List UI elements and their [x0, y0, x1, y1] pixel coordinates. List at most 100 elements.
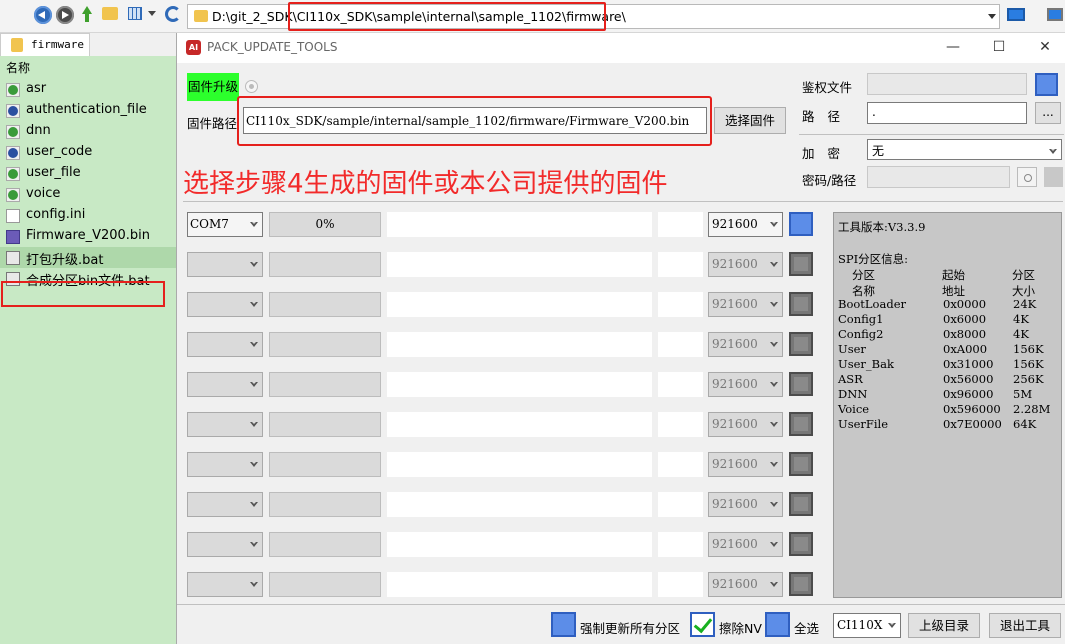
force-update-checkbox[interactable] — [551, 612, 576, 637]
chevron-down-icon — [770, 262, 778, 267]
baud-rate-select[interactable]: 921600 — [708, 492, 783, 517]
port-enable-checkbox[interactable] — [789, 452, 813, 476]
file-row[interactable]: dnn — [0, 121, 176, 142]
com-port-select[interactable] — [187, 572, 263, 597]
route-input[interactable]: . — [867, 102, 1027, 124]
baud-rate-select[interactable]: 921600 — [708, 292, 783, 317]
port-row: 921600 — [187, 532, 815, 558]
upgrade-radio[interactable] — [245, 80, 258, 93]
baud-rate-select[interactable]: 921600 — [708, 532, 783, 557]
progress-field — [269, 252, 381, 277]
file-row[interactable]: user_file — [0, 163, 176, 184]
chevron-down-icon — [250, 422, 258, 427]
com-port-select[interactable]: COM7 — [187, 212, 263, 237]
port-enable-checkbox[interactable] — [789, 292, 813, 316]
file-name: authentication_file — [26, 102, 147, 117]
chip-select[interactable]: CI110X — [833, 613, 901, 638]
com-port-select[interactable] — [187, 252, 263, 277]
column-header-name[interactable]: 名称 — [6, 59, 30, 76]
instruction-text: 选择步骤4生成的固件或本公司提供的固件 — [183, 169, 668, 199]
monitor-icon[interactable] — [1007, 8, 1025, 21]
up-folder-icon[interactable] — [80, 6, 94, 24]
com-port-select[interactable] — [187, 532, 263, 557]
com-port-select[interactable] — [187, 452, 263, 477]
chevron-down-icon — [770, 582, 778, 587]
bat-file-icon — [6, 251, 20, 265]
path-highlight-box — [237, 96, 712, 146]
baud-rate-select[interactable]: 921600 — [708, 572, 783, 597]
file-row[interactable]: authentication_file — [0, 100, 176, 121]
file-row[interactable]: voice — [0, 184, 176, 205]
parent-dir-button[interactable]: 上级目录 — [908, 613, 980, 638]
port-enable-checkbox[interactable] — [789, 412, 813, 436]
file-row[interactable]: Firmware_V200.bin — [0, 226, 176, 247]
partition-size: 24K — [1013, 297, 1037, 311]
back-icon[interactable] — [34, 6, 52, 24]
file-row[interactable]: asr — [0, 79, 176, 100]
chevron-down-icon[interactable] — [988, 14, 996, 19]
baud-rate-select[interactable]: 921600 — [708, 212, 783, 237]
address-bar[interactable]: D:\git_2_SDK\CI110x_SDK\sample\internal\… — [187, 2, 1000, 31]
file-row[interactable]: config.ini — [0, 205, 176, 226]
folder-icon[interactable] — [102, 7, 118, 20]
file-row[interactable]: 打包升级.bat — [0, 247, 176, 268]
baud-rate-value: 921600 — [712, 257, 758, 271]
erase-nv-label: 擦除NV — [719, 621, 762, 636]
com-port-select[interactable] — [187, 412, 263, 437]
baud-rate-select[interactable]: 921600 — [708, 452, 783, 477]
encrypt-select[interactable]: 无 — [867, 139, 1062, 160]
select-firmware-button[interactable]: 选择固件 — [714, 107, 786, 134]
file-name: dnn — [26, 123, 51, 138]
view-grid-icon[interactable] — [128, 7, 142, 20]
refresh-icon[interactable] — [165, 6, 181, 22]
port-enable-checkbox[interactable] — [789, 212, 813, 236]
forward-icon[interactable] — [56, 6, 74, 24]
chevron-down-icon[interactable] — [148, 11, 156, 16]
browse-button[interactable]: ... — [1035, 102, 1061, 124]
partition-size: 156K — [1013, 342, 1044, 356]
baud-rate-value: 921600 — [712, 377, 758, 391]
partition-size: 256K — [1013, 372, 1044, 386]
baud-rate-select[interactable]: 921600 — [708, 412, 783, 437]
exit-tool-button[interactable]: 退出工具 — [989, 613, 1061, 638]
port-enable-checkbox[interactable] — [789, 372, 813, 396]
minimize-button[interactable]: — — [930, 33, 976, 63]
select-all-checkbox[interactable] — [765, 612, 790, 637]
baud-rate-value: 921600 — [712, 337, 758, 351]
password-radio[interactable] — [1017, 167, 1037, 187]
partition-size: 4K — [1013, 312, 1029, 326]
port-enable-checkbox[interactable] — [789, 252, 813, 276]
file-name: asr — [26, 81, 47, 96]
status-code-field — [658, 292, 703, 317]
password-input[interactable] — [867, 166, 1010, 188]
status-code-field — [658, 532, 703, 557]
maximize-button[interactable]: ☐ — [976, 33, 1022, 63]
port-enable-checkbox[interactable] — [789, 332, 813, 356]
app-icon: AI — [186, 40, 201, 55]
auth-file-input[interactable] — [867, 73, 1027, 95]
com-port-select[interactable] — [187, 492, 263, 517]
baud-rate-select[interactable]: 921600 — [708, 252, 783, 277]
port-enable-checkbox[interactable] — [789, 532, 813, 556]
com-port-select[interactable] — [187, 372, 263, 397]
progress-field: 0% — [269, 212, 381, 237]
password-checkbox[interactable] — [1044, 167, 1063, 187]
firmware-highlight-box — [1, 281, 165, 307]
port-enable-checkbox[interactable] — [789, 492, 813, 516]
baud-rate-value: 921600 — [712, 297, 758, 311]
com-port-select[interactable] — [187, 292, 263, 317]
close-button[interactable]: ✕ — [1022, 33, 1065, 63]
monitor-icon[interactable] — [1047, 8, 1063, 21]
com-port-select[interactable] — [187, 332, 263, 357]
erase-nv-checkbox[interactable] — [690, 612, 715, 637]
baud-rate-select[interactable]: 921600 — [708, 332, 783, 357]
ini-file-icon — [6, 209, 20, 223]
file-row[interactable]: user_code — [0, 142, 176, 163]
baud-rate-select[interactable]: 921600 — [708, 372, 783, 397]
port-enable-checkbox[interactable] — [789, 572, 813, 596]
partition-address: 0x0000 — [943, 297, 987, 311]
auth-checkbox[interactable] — [1035, 73, 1058, 96]
tab-firmware[interactable]: firmware — [0, 33, 90, 56]
status-message-field — [387, 252, 652, 277]
green-folder-icon — [6, 167, 20, 181]
